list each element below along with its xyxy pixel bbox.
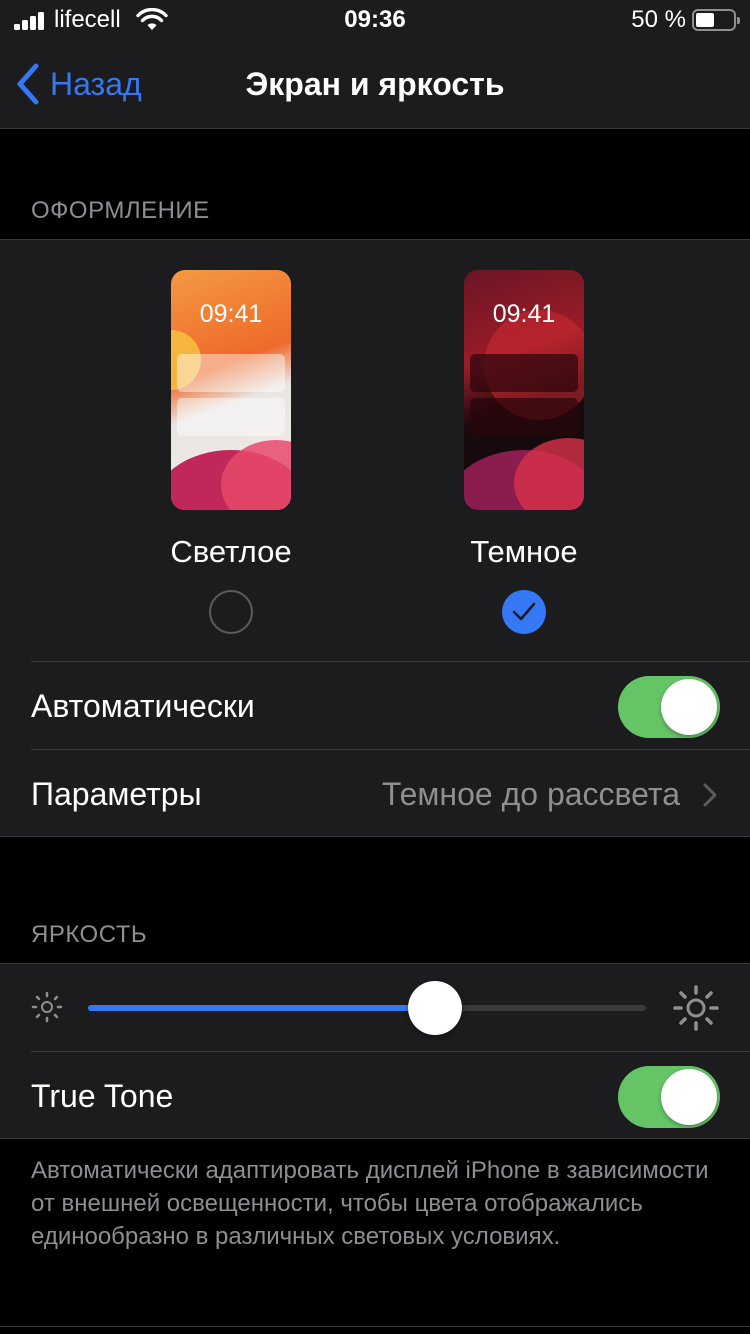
status-bar: lifecell 09:36 50 % (0, 0, 750, 40)
dark-mode-preview: 09:41 (464, 270, 584, 510)
automatic-label: Автоматически (31, 688, 255, 724)
automatic-row: Автоматически (0, 662, 750, 750)
separator (0, 1326, 750, 1327)
dark-preview-notification (470, 354, 578, 392)
chevron-right-icon (703, 783, 717, 807)
display-brightness-screen: lifecell 09:36 50 % Назад Экран и яркост… (0, 0, 750, 1334)
brightness-slider-thumb[interactable] (408, 981, 463, 1035)
dark-mode-radio[interactable] (502, 590, 546, 634)
brightness-slider-row (0, 964, 750, 1052)
light-preview-notification (177, 398, 285, 436)
light-preview-time: 09:41 (199, 300, 263, 328)
page-title: Экран и яркость (245, 66, 505, 102)
sun-large-icon (673, 985, 719, 1031)
sun-small-icon (31, 991, 63, 1023)
automatic-toggle[interactable] (618, 676, 720, 738)
brightness-slider-fill (88, 1005, 436, 1011)
dark-preview-time: 09:41 (492, 300, 556, 328)
options-row[interactable]: Параметры Темное до рассвета (0, 750, 750, 838)
dark-mode-label: Темное (470, 534, 578, 569)
light-mode-radio[interactable] (209, 590, 253, 634)
true-tone-toggle[interactable] (618, 1066, 720, 1128)
appearance-option-dark[interactable]: 09:41 Темное (449, 270, 599, 634)
true-tone-row: True Tone (0, 1052, 750, 1140)
options-label: Параметры (31, 776, 202, 812)
brightness-section-header: ЯРКОСТЬ (31, 921, 148, 948)
brightness-group: True Tone (0, 963, 750, 1139)
navigation-bar: Назад Экран и яркость (0, 40, 750, 129)
appearance-section-header: ОФОРМЛЕНИЕ (31, 197, 210, 224)
battery-icon (692, 9, 740, 31)
battery-percent: 50 % (631, 6, 686, 33)
options-value: Темное до рассвета (381, 776, 680, 812)
appearance-group: 09:41 Светлое 09:41 Темное Автоматически… (0, 239, 750, 837)
brightness-slider[interactable] (88, 981, 646, 1035)
light-mode-preview: 09:41 (171, 270, 291, 510)
light-preview-notification (177, 354, 285, 392)
true-tone-description: Автоматически адаптировать дисплей iPhon… (31, 1157, 709, 1250)
true-tone-label: True Tone (31, 1078, 174, 1114)
dark-preview-notification (470, 398, 578, 436)
appearance-option-light[interactable]: 09:41 Светлое (156, 270, 306, 634)
light-mode-label: Светлое (170, 534, 292, 569)
checkmark-icon (512, 602, 536, 621)
